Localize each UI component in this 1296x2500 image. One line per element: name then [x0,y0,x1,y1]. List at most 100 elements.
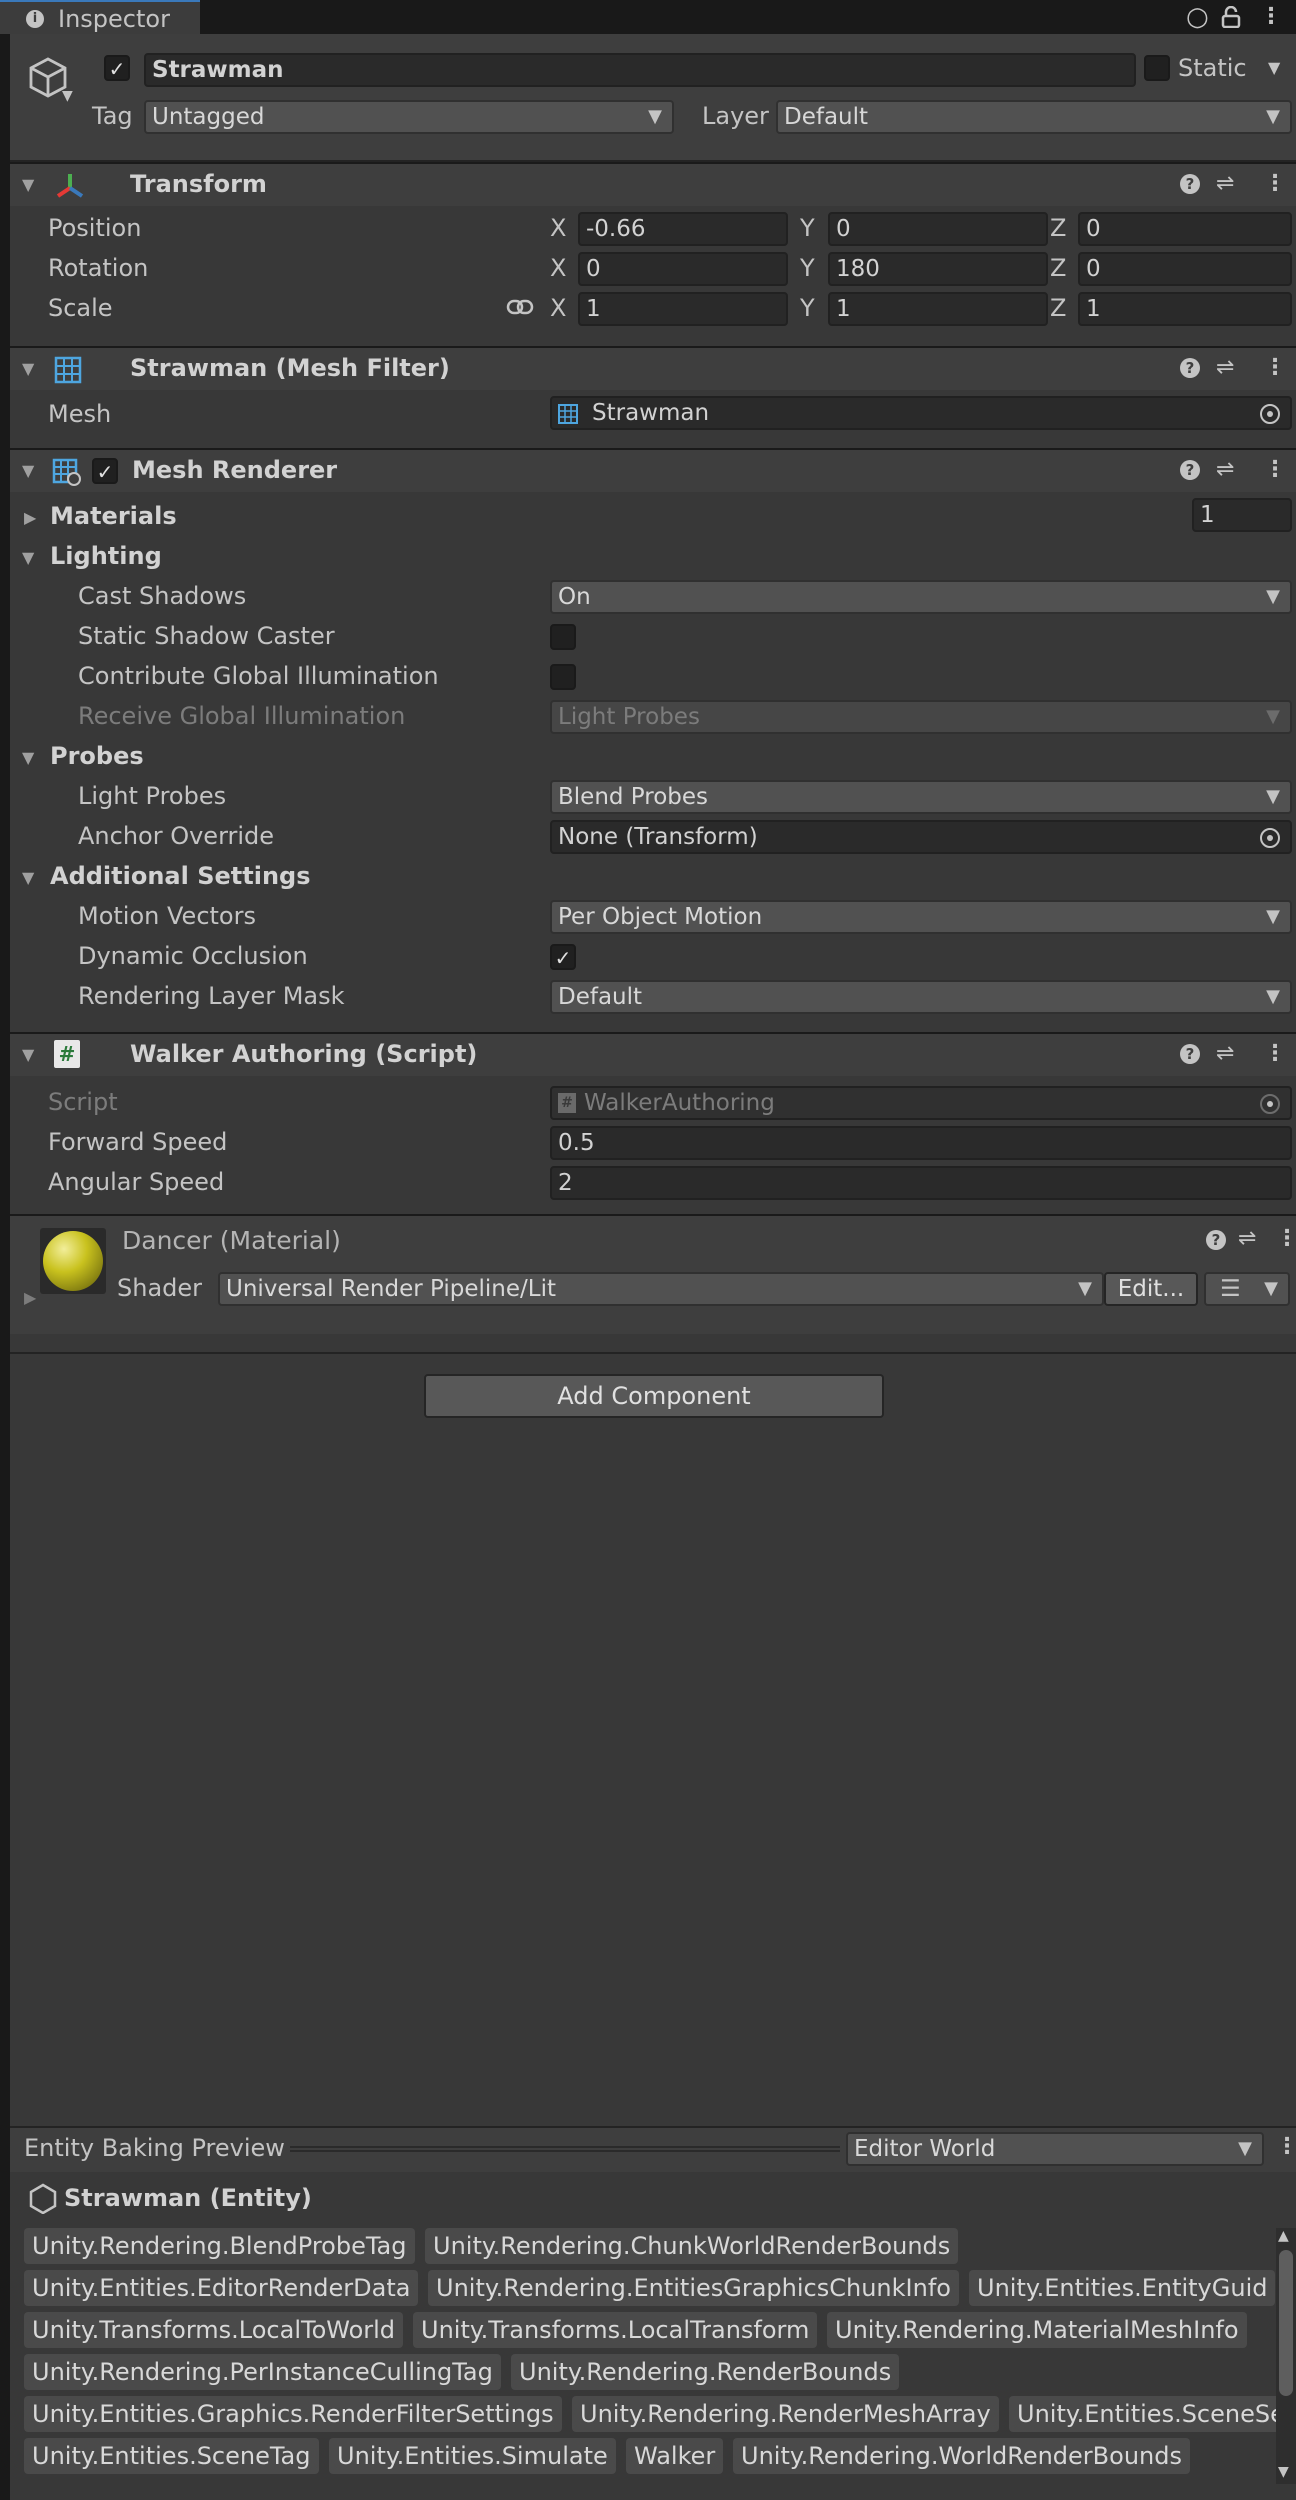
lighting-foldout[interactable]: Lighting [50,542,162,570]
position-y-field[interactable]: 0 [828,212,1048,246]
rotation-z-field[interactable]: 0 [1078,252,1292,286]
expand-triangle-icon[interactable]: ▶ [24,508,36,527]
probes-foldout[interactable]: Probes [50,742,144,770]
receive-gi-dropdown: Light Probes ▼ [550,700,1292,734]
circle-icon[interactable]: ○ [1186,2,1209,32]
vertical-scrollbar[interactable]: ▲ ▼ [1276,2228,1296,2484]
scrollbar-thumb[interactable] [1279,2250,1293,2396]
component-tag: Unity.Entities.EditorRenderData [24,2270,419,2306]
dynamic-occlusion-label: Dynamic Occlusion [78,942,308,970]
transform-header[interactable]: ▼ Transform ? ⇌ ⋮ [10,162,1296,206]
light-probes-dropdown[interactable]: Blend Probes ▼ [550,780,1292,814]
presets-sliders-icon[interactable]: ⇌ [1216,457,1234,482]
scale-label: Scale [48,294,113,322]
presets-sliders-icon[interactable]: ⇌ [1216,1041,1234,1066]
collapse-triangle-icon[interactable]: ▼ [22,175,34,194]
object-picker-icon[interactable] [1260,828,1280,848]
static-dropdown-arrow-icon[interactable]: ▼ [1268,58,1280,77]
shader-options-dropdown[interactable]: ☰ ▼ [1204,1272,1290,1306]
kebab-menu-icon[interactable]: ⋮ [1276,2134,1296,2159]
materials-count-field[interactable]: 1 [1192,498,1292,532]
collapse-triangle-icon[interactable]: ▼ [22,1045,34,1064]
transform-title: Transform [130,170,267,198]
tag-dropdown[interactable]: Untagged ▼ [144,100,674,134]
position-x-field[interactable]: -0.66 [578,212,788,246]
collapse-triangle-icon[interactable]: ▼ [22,548,34,567]
object-name-field[interactable]: Strawman [144,53,1136,87]
kebab-menu-icon[interactable]: ⋮ [1264,355,1286,380]
tab-inspector[interactable]: i Inspector [0,0,200,34]
scale-y-field[interactable]: 1 [828,292,1048,326]
mesh-object-field[interactable]: Strawman [550,396,1292,430]
add-component-button[interactable]: Add Component [424,1374,884,1418]
lock-icon[interactable] [1221,6,1241,28]
angular-speed-field[interactable]: 2 [550,1166,1292,1200]
scroll-up-arrow-icon[interactable]: ▲ [1278,2228,1289,2244]
static-shadow-caster-checkbox[interactable] [550,624,576,650]
rotation-x-field[interactable]: 0 [578,252,788,286]
presets-sliders-icon[interactable]: ⇌ [1216,171,1234,196]
forward-speed-field[interactable]: 0.5 [550,1126,1292,1160]
chevron-down-icon: ▼ [1238,2138,1252,2159]
mesh-filter-header[interactable]: ▼ Strawman (Mesh Filter) ? ⇌ ⋮ [10,346,1296,390]
walker-authoring-title: Walker Authoring (Script) [130,1040,478,1068]
collapse-triangle-icon[interactable]: ▼ [22,461,34,480]
component-tag: Unity.Entities.SceneTag [24,2438,319,2474]
scroll-down-arrow-icon[interactable]: ▼ [1278,2464,1289,2480]
expand-triangle-icon[interactable]: ▶ [24,1288,36,1307]
edit-shader-button[interactable]: Edit... [1104,1272,1198,1306]
anchor-override-field[interactable]: None (Transform) [550,820,1292,854]
info-icon: i [26,10,44,28]
drag-handle[interactable] [290,2146,840,2152]
shader-dropdown[interactable]: Universal Render Pipeline/Lit ▼ [218,1272,1104,1306]
mesh-renderer-icon [52,458,81,486]
presets-sliders-icon[interactable]: ⇌ [1238,1226,1256,1251]
left-edge [0,34,10,2500]
position-z-field[interactable]: 0 [1078,212,1292,246]
scale-x-field[interactable]: 1 [578,292,788,326]
help-icon[interactable]: ? [1206,1230,1226,1250]
kebab-menu-icon[interactable]: ⋮ [1264,171,1286,196]
chevron-down-icon: ▼ [1266,706,1280,727]
collapse-triangle-icon[interactable]: ▼ [22,359,34,378]
constrain-proportions-link-icon[interactable] [506,298,534,316]
component-tag-list: Unity.Rendering.BlendProbeTag Unity.Rende… [24,2228,1280,2484]
kebab-menu-icon[interactable]: ⋮ [1264,457,1286,482]
rotation-y-field[interactable]: 180 [828,252,1048,286]
rendering-layer-mask-value: Default [558,984,643,1010]
help-icon[interactable]: ? [1180,460,1200,480]
mesh-filter-title: Strawman (Mesh Filter) [130,354,450,382]
world-dropdown[interactable]: Editor World ▼ [846,2132,1264,2166]
static-checkbox[interactable] [1144,55,1170,81]
cast-shadows-dropdown[interactable]: On ▼ [550,580,1292,614]
axis-y-label: Y [800,254,815,282]
kebab-menu-icon[interactable]: ⋮ [1276,1226,1296,1251]
contribute-gi-checkbox[interactable] [550,664,576,690]
help-icon[interactable]: ? [1180,1044,1200,1064]
motion-vectors-dropdown[interactable]: Per Object Motion ▼ [550,900,1292,934]
component-tag: Walker [626,2438,724,2474]
layer-dropdown[interactable]: Default ▼ [776,100,1292,134]
kebab-menu-icon[interactable]: ⋮ [1260,4,1282,29]
collapse-triangle-icon[interactable]: ▼ [22,868,34,887]
icon-dropdown-arrow-icon[interactable]: ▼ [62,88,73,104]
object-picker-icon[interactable] [1260,404,1280,424]
kebab-menu-icon[interactable]: ⋮ [1264,1041,1286,1066]
active-checkbox[interactable]: ✓ [104,55,130,81]
scale-z-field[interactable]: 1 [1078,292,1292,326]
help-icon[interactable]: ? [1180,358,1200,378]
rendering-layer-mask-dropdown[interactable]: Default ▼ [550,980,1292,1014]
chevron-down-icon: ▼ [1266,786,1280,807]
component-tag: Unity.Rendering.RenderBounds [511,2354,900,2390]
chevron-down-icon: ▼ [1266,906,1280,927]
static-shadow-caster-label: Static Shadow Caster [78,622,335,650]
materials-foldout[interactable]: Materials [50,502,177,530]
walker-authoring-header[interactable]: ▼ # Walker Authoring (Script) ? ⇌ ⋮ [10,1032,1296,1076]
dynamic-occlusion-checkbox[interactable]: ✓ [550,944,576,970]
mesh-renderer-header[interactable]: ▼ ✓ Mesh Renderer ? ⇌ ⋮ [10,448,1296,492]
collapse-triangle-icon[interactable]: ▼ [22,748,34,767]
help-icon[interactable]: ? [1180,174,1200,194]
additional-settings-foldout[interactable]: Additional Settings [50,862,311,890]
mesh-renderer-enabled-checkbox[interactable]: ✓ [92,458,118,484]
presets-sliders-icon[interactable]: ⇌ [1216,355,1234,380]
